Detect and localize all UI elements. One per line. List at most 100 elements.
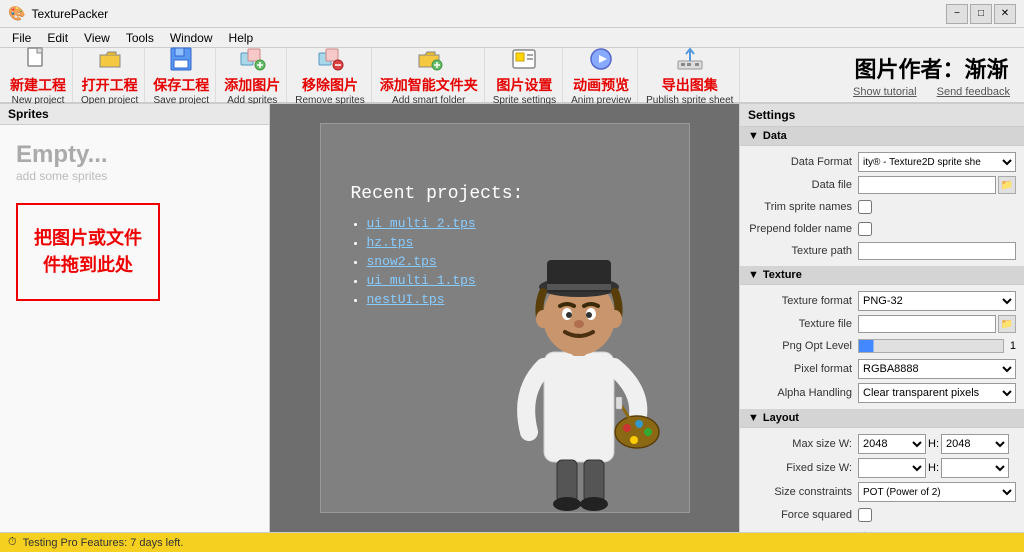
show-tutorial-label[interactable]: Show tutorial [853,86,917,98]
max-size-h-label: H: [928,438,939,450]
data-section-arrow: ▼ [748,130,759,142]
alpha-select[interactable]: Clear transparent pixels [858,383,1016,403]
max-size-label: Max size W: [748,438,858,450]
pixel-format-select[interactable]: RGBA8888 [858,359,1016,379]
new-project-icon [24,45,52,73]
layout-section-content: Max size W: 2048 H: 2048 Fixed size W: H… [740,428,1024,532]
data-format-control: ity® - Texture2D sprite she [858,152,1016,172]
fixed-size-w-select[interactable] [858,458,926,478]
project-link-0[interactable]: ui_multi_2.tps [367,216,476,231]
data-file-input[interactable] [858,176,996,194]
png-opt-value: 1 [1010,340,1016,352]
new-project-button[interactable]: 新建工程 New project [4,48,73,102]
sprite-cn-label: 图片设置 [496,75,552,95]
max-size-h-select[interactable]: 2048 [941,434,1009,454]
anim-preview-button[interactable]: 动画预览 Anim preview [565,48,638,102]
status-icon: ⏱ [8,536,17,549]
drop-zone[interactable]: 把图片或文件件拖到此处 [16,203,160,301]
project-link-1[interactable]: hz.tps [367,235,414,250]
anim-cn-label: 动画预览 [573,75,629,95]
close-button[interactable]: ✕ [994,4,1016,24]
texture-format-control: PNG-32 [858,291,1016,311]
max-size-pair: 2048 H: 2048 [858,434,1009,454]
trim-checkbox[interactable] [858,200,872,214]
trim-row: Trim sprite names [740,196,1024,218]
publish-icon [676,45,704,73]
layout-section-label: Layout [763,412,799,424]
force-squared-row: Force squared [740,504,1024,526]
fixed-size-h-select[interactable] [941,458,1009,478]
sprite-panel: Sprites Empty... add some sprites 把图片或文件… [0,104,270,532]
data-file-folder-btn[interactable]: 📁 [998,176,1016,194]
layout-section-header[interactable]: ▼ Layout [740,409,1024,428]
max-size-control: 2048 H: 2048 [858,434,1016,454]
size-constraints-select[interactable]: POT (Power of 2) [858,482,1016,502]
data-section-content: Data Format ity® - Texture2D sprite she … [740,146,1024,266]
author-label: 图片作者：渐渐 [855,52,1009,84]
sprite-content: Empty... add some sprites 把图片或文件件拖到此处 [0,125,269,532]
empty-label: Empty... [16,141,108,169]
scaling-variants-control: ⚙ [858,529,1016,533]
texture-path-input[interactable] [858,242,1016,260]
force-squared-checkbox[interactable] [858,508,872,522]
data-format-label: Data Format [748,156,858,168]
texture-file-input[interactable] [858,315,996,333]
open-project-button[interactable]: 打开工程 Open project [75,48,145,102]
save-project-button[interactable]: 保存工程 Save project [147,48,216,102]
texture-path-control [858,242,1016,260]
max-size-row: Max size W: 2048 H: 2048 [740,432,1024,456]
png-opt-bar[interactable] [858,339,1004,353]
max-size-w-select[interactable]: 2048 [858,434,926,454]
texture-section-header[interactable]: ▼ Texture [740,266,1024,285]
data-format-select[interactable]: ity® - Texture2D sprite she [858,152,1016,172]
add-smart-folder-button[interactable]: 添加智能文件夹 Add smart folder [374,48,485,102]
prepend-checkbox[interactable] [858,222,872,236]
open-cn-label: 打开工程 [82,75,138,95]
texture-file-label: Texture file [748,318,858,330]
maximize-button[interactable]: □ [970,4,992,24]
add-cn-label: 添加图片 [224,75,280,95]
canvas-bg: Recent projects: ui_multi_2.tps hz.tps s… [320,123,690,513]
texture-format-label: Texture format [748,295,858,307]
sprite-settings-icon [510,45,538,73]
scaling-variants-label: Scaling variants [748,531,858,532]
status-text: Testing Pro Features: 7 days left. [23,537,184,549]
add-sprites-button[interactable]: 添加图片 Add sprites [218,48,287,102]
settings-panel: Settings ▼ Data Data Format ity® - Textu… [739,104,1024,532]
publish-button[interactable]: 导出图集 Publish sprite sheet [640,48,740,102]
texture-format-select[interactable]: PNG-32 [858,291,1016,311]
data-section-header[interactable]: ▼ Data [740,127,1024,146]
main-area: Sprites Empty... add some sprites 把图片或文件… [0,104,1024,532]
project-link-4[interactable]: nestUI.tps [367,292,445,307]
data-file-row: Data file 📁 [740,174,1024,196]
layout-section-arrow: ▼ [748,412,759,424]
trim-control [858,200,1016,214]
fixed-size-pair: H: [858,458,1009,478]
minimize-button[interactable]: − [946,4,968,24]
fixed-size-control: H: [858,458,1016,478]
texture-file-folder-btn[interactable]: 📁 [998,315,1016,333]
texture-section-arrow: ▼ [748,269,759,281]
remove-cn-label: 移除图片 [302,75,358,95]
smart-cn-label: 添加智能文件夹 [380,75,478,95]
size-constraints-label: Size constraints [748,486,858,498]
texture-section-content: Texture format PNG-32 Texture file 📁 Png… [740,285,1024,409]
sprite-settings-button[interactable]: 图片设置 Sprite settings [487,48,563,102]
project-link-3[interactable]: ui_multi_1.tps [367,273,476,288]
project-link-2[interactable]: snow2.tps [367,254,437,269]
open-project-icon [96,45,124,73]
texture-section-label: Texture [763,269,802,281]
remove-sprites-button[interactable]: 移除图片 Remove sprites [289,48,371,102]
save-project-icon [167,45,195,73]
canvas-inner: Recent projects: ui_multi_2.tps hz.tps s… [270,104,739,532]
menu-tools[interactable]: Tools [118,29,162,47]
add-smart-folder-icon [415,45,443,73]
png-opt-control: 1 [858,339,1016,353]
prepend-control [858,222,1016,236]
scaling-gear-icon[interactable]: ⚙ [858,529,871,533]
png-opt-label: Png Opt Level [748,340,858,352]
texture-file-control: 📁 [858,315,1016,333]
painter-character [489,192,669,512]
send-feedback-label[interactable]: Send feedback [937,86,1010,98]
scaling-variants-row: Scaling variants ⚙ [740,526,1024,532]
